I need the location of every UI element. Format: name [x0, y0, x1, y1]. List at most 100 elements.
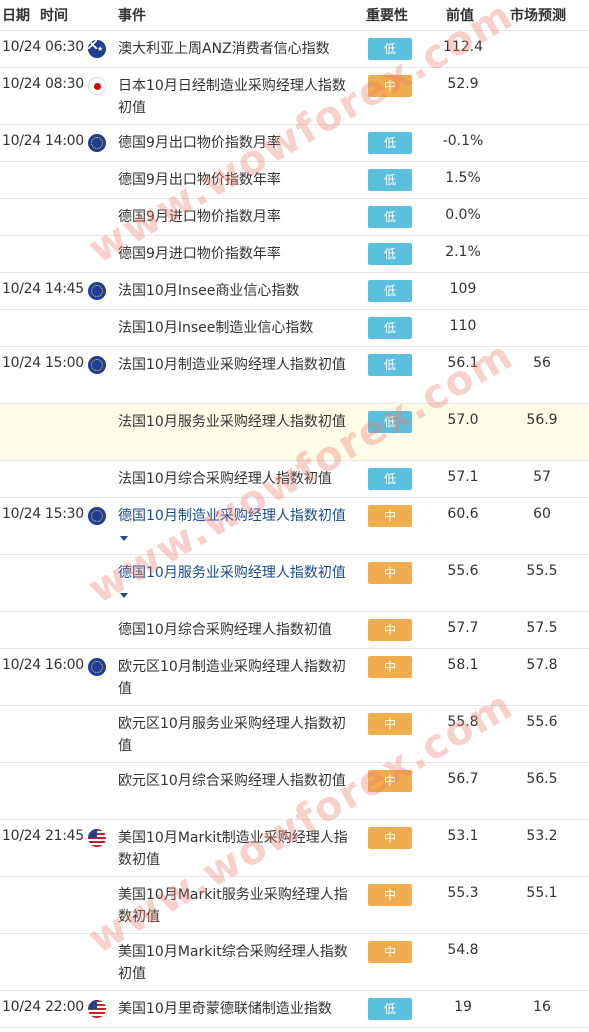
- row-forecast: 53.2: [526, 828, 558, 844]
- row-event-link[interactable]: 德国10月服务业采购经理人指数初值: [118, 562, 350, 606]
- row-previous: 110: [449, 318, 477, 334]
- eu-flag-icon: [88, 507, 106, 525]
- header-previous: 前值: [446, 8, 474, 24]
- row-event: 欧元区10月综合采购经理人指数初值: [118, 773, 346, 789]
- row-previous: 57.7: [447, 620, 479, 636]
- row-forecast: 55.1: [526, 885, 558, 901]
- table-row: 10/24 14:45 法国10月Insee商业信心指数 低 109: [0, 273, 589, 310]
- table-row: 德国9月出口物价指数年率 低 1.5%: [0, 162, 589, 199]
- row-previous: 56.7: [447, 771, 479, 787]
- row-datetime: 10/24 15:00: [2, 355, 84, 371]
- table-row: 法国10月综合采购经理人指数初值 低 57.1 57: [0, 461, 589, 498]
- row-previous: 55.6: [447, 563, 479, 579]
- row-previous: 112.4: [442, 39, 484, 55]
- importance-badge: 中: [368, 941, 412, 963]
- caret-down-icon[interactable]: [120, 592, 128, 598]
- row-previous: 1.5%: [445, 170, 481, 186]
- row-event: 德国9月出口物价指数年率: [118, 172, 281, 188]
- row-previous: 54.8: [447, 942, 479, 958]
- economic-calendar-table: 日期 时间 事件 重要性 前值 市场预测 10/24 06:30 澳大利亚上周A…: [0, 0, 589, 1028]
- row-previous: 55.8: [447, 714, 479, 730]
- table-row: 欧元区10月综合采购经理人指数初值 中 56.7 56.5: [0, 763, 589, 820]
- header-time: 时间: [40, 8, 68, 24]
- row-forecast: 57.8: [526, 657, 558, 673]
- importance-badge: 中: [368, 562, 412, 584]
- table-row: 德国10月综合采购经理人指数初值 中 57.7 57.5: [0, 612, 589, 649]
- importance-badge: 中: [368, 884, 412, 906]
- row-event: 美国10月Markit综合采购经理人指数初值: [118, 944, 348, 982]
- row-datetime: 10/24 15:30: [2, 506, 84, 522]
- row-previous: 109: [449, 281, 477, 297]
- table-row: 德国9月进口物价指数月率 低 0.0%: [0, 199, 589, 236]
- header-importance: 重要性: [366, 8, 408, 24]
- importance-badge: 低: [368, 317, 412, 339]
- row-event: 德国9月出口物价指数月率: [118, 135, 281, 151]
- row-datetime: 10/24 06:30: [2, 39, 84, 55]
- table-row: 10/24 22:00 美国10月里奇蒙德联储制造业指数 低 19 16: [0, 991, 589, 1028]
- row-forecast: 56.9: [526, 412, 558, 428]
- row-event: 欧元区10月制造业采购经理人指数初值: [118, 659, 346, 697]
- table-row: 德国9月进口物价指数年率 低 2.1%: [0, 236, 589, 273]
- caret-down-icon[interactable]: [120, 535, 128, 541]
- table-row: 法国10月Insee制造业信心指数 低 110: [0, 310, 589, 347]
- table-row: 10/24 08:30 日本10月日经制造业采购经理人指数初值 中 52.9: [0, 68, 589, 125]
- importance-badge: 中: [368, 713, 412, 735]
- importance-badge: 低: [368, 38, 412, 60]
- row-event: 美国10月Markit服务业采购经理人指数初值: [118, 887, 348, 925]
- importance-badge: 中: [368, 505, 412, 527]
- table-row: 10/24 06:30 澳大利亚上周ANZ消费者信心指数 低 112.4: [0, 31, 589, 68]
- table-row: 美国10月Markit服务业采购经理人指数初值 中 55.3 55.1: [0, 877, 589, 934]
- importance-badge: 中: [368, 75, 412, 97]
- eu-flag-icon: [88, 134, 106, 152]
- row-event: 法国10月Insee商业信心指数: [118, 283, 300, 299]
- importance-badge: 低: [368, 132, 412, 154]
- row-previous: -0.1%: [442, 133, 484, 149]
- table-row: 10/24 14:00 德国9月出口物价指数月率 低 -0.1%: [0, 125, 589, 162]
- row-previous: 58.1: [447, 657, 479, 673]
- row-forecast: 56: [533, 355, 551, 371]
- importance-badge: 低: [368, 354, 412, 376]
- eu-flag-icon: [88, 282, 106, 300]
- row-forecast: 16: [533, 999, 551, 1015]
- row-event: 法国10月综合采购经理人指数初值: [118, 471, 332, 487]
- row-event-link[interactable]: 德国10月制造业采购经理人指数初值: [118, 505, 350, 549]
- row-event-text: 德国10月制造业采购经理人指数初值: [118, 508, 346, 524]
- row-event: 日本10月日经制造业采购经理人指数初值: [118, 78, 346, 116]
- table-header: 日期 时间 事件 重要性 前值 市场预测: [0, 0, 589, 31]
- importance-badge: 中: [368, 656, 412, 678]
- row-event: 德国9月进口物价指数年率: [118, 246, 281, 262]
- row-event: 德国9月进口物价指数月率: [118, 209, 281, 225]
- row-event: 欧元区10月服务业采购经理人指数初值: [118, 716, 346, 754]
- row-event: 法国10月Insee制造业信心指数: [118, 320, 314, 336]
- importance-badge: 中: [368, 619, 412, 641]
- row-forecast: 57.5: [526, 620, 558, 636]
- importance-badge: 低: [368, 243, 412, 265]
- row-event: 法国10月服务业采购经理人指数初值: [118, 414, 346, 430]
- table-row-highlighted: 法国10月服务业采购经理人指数初值 低 57.0 56.9: [0, 404, 589, 461]
- header-event: 事件: [118, 8, 146, 24]
- table-row: 德国10月服务业采购经理人指数初值 中 55.6 55.5: [0, 555, 589, 612]
- row-datetime: 10/24 14:45: [2, 281, 84, 297]
- row-previous: 2.1%: [445, 244, 481, 260]
- row-previous: 60.6: [447, 506, 479, 522]
- row-event: 德国10月综合采购经理人指数初值: [118, 622, 332, 638]
- importance-badge: 低: [368, 998, 412, 1020]
- importance-badge: 低: [368, 468, 412, 490]
- row-datetime: 10/24 16:00: [2, 657, 84, 673]
- importance-badge: 中: [368, 770, 412, 792]
- table-row: 美国10月Markit综合采购经理人指数初值 中 54.8: [0, 934, 589, 991]
- row-datetime: 10/24 08:30: [2, 76, 84, 92]
- japan-flag-icon: [88, 77, 106, 95]
- header-forecast: 市场预测: [510, 8, 566, 24]
- table-row: 欧元区10月服务业采购经理人指数初值 中 55.8 55.6: [0, 706, 589, 763]
- importance-badge: 低: [368, 280, 412, 302]
- row-event: 美国10月Markit制造业采购经理人指数初值: [118, 830, 348, 868]
- table-row: 10/24 21:45 美国10月Markit制造业采购经理人指数初值 中 53…: [0, 820, 589, 877]
- row-forecast: 60: [533, 506, 551, 522]
- row-datetime: 10/24 21:45: [2, 828, 84, 844]
- row-forecast: 55.6: [526, 714, 558, 730]
- row-previous: 57.1: [447, 469, 479, 485]
- row-forecast: 55.5: [526, 563, 558, 579]
- table-row: 10/24 16:00 欧元区10月制造业采购经理人指数初值 中 58.1 57…: [0, 649, 589, 706]
- australia-flag-icon: [88, 40, 106, 58]
